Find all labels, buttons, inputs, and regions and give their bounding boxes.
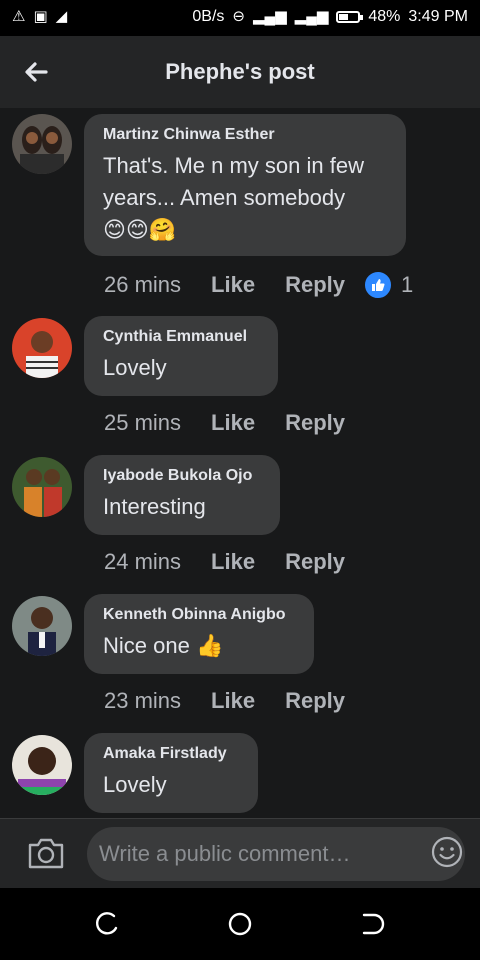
comment-text: Interesting xyxy=(103,494,206,519)
comment-bubble[interactable]: Iyabode Bukola Ojo Interesting xyxy=(84,455,280,535)
comment-time: 23 mins xyxy=(104,688,182,713)
clock: 3:49 PM xyxy=(408,8,468,25)
avatar[interactable] xyxy=(12,735,72,795)
camera-button[interactable] xyxy=(26,835,66,871)
camera-icon xyxy=(28,838,64,869)
like-button[interactable]: Like xyxy=(211,410,255,436)
battery-percent: 48% xyxy=(368,8,401,25)
battery-icon xyxy=(336,11,364,23)
comment-author[interactable]: Amaka Firstlady xyxy=(103,745,238,763)
signal-icon-2: ▂▄▆ xyxy=(294,8,329,25)
page-title: Phephe's post xyxy=(165,59,315,84)
status-bar: ⚠ ▣ ◢ 0B/s ⊖ ▂▄▆ ▂▄▆ 48% 3:49 PM xyxy=(0,0,480,36)
emoji-button[interactable] xyxy=(430,835,464,869)
smiley-icon xyxy=(431,836,463,868)
like-button[interactable]: Like xyxy=(211,549,255,575)
reactions-summary[interactable]: 1 xyxy=(363,270,413,300)
avatar[interactable] xyxy=(12,596,72,656)
comment-author[interactable]: Kenneth Obinna Anigbo xyxy=(103,606,294,624)
reply-button[interactable]: Reply xyxy=(285,410,345,436)
comment-text: Lovely xyxy=(103,772,167,797)
reply-button[interactable]: Reply xyxy=(285,688,345,714)
recent-apps-button[interactable] xyxy=(94,910,122,938)
comment-bubble[interactable]: Martinz Chinwa Esther That's. Me n my so… xyxy=(84,114,406,256)
reaction-count: 1 xyxy=(401,272,414,297)
comment-meta: 26 mins Like Reply 1 xyxy=(104,270,413,300)
thumbs-up-icon xyxy=(363,270,393,300)
comment-time: 24 mins xyxy=(104,549,182,574)
avatar[interactable] xyxy=(12,318,72,378)
alert-triangle-icon: ⚠ xyxy=(12,8,26,25)
home-circle-icon xyxy=(228,912,252,936)
comment-meta: 23 mins Like Reply xyxy=(104,688,345,714)
comment-text: Nice one 👍 xyxy=(103,633,224,658)
comment-time: 25 mins xyxy=(104,410,182,435)
system-nav-bar xyxy=(0,888,480,960)
recent-apps-icon xyxy=(95,912,118,935)
comment-input[interactable]: Write a public comment… xyxy=(87,827,465,881)
comment-author[interactable]: Cynthia Emmanuel xyxy=(103,328,258,346)
comment-bubble[interactable]: Amaka Firstlady Lovely xyxy=(84,733,258,813)
like-button[interactable]: Like xyxy=(211,688,255,714)
comment-meta: 24 mins Like Reply xyxy=(104,549,345,575)
screenshot-icon: ▣ xyxy=(33,8,48,25)
signal-icon: ▂▄▆ xyxy=(252,8,287,25)
comment-emojis: 😊😊🤗 xyxy=(103,217,177,242)
comment-author[interactable]: Martinz Chinwa Esther xyxy=(103,126,386,144)
home-button[interactable] xyxy=(226,910,254,938)
comment-text: Lovely xyxy=(103,355,167,380)
app-header: Phephe's post xyxy=(0,36,480,108)
reply-button[interactable]: Reply xyxy=(285,272,345,298)
comment-author[interactable]: Iyabode Bukola Ojo xyxy=(103,467,260,485)
comment-bubble[interactable]: Cynthia Emmanuel Lovely xyxy=(84,316,278,396)
no-signal-icon: ◢ xyxy=(55,8,68,25)
avatar[interactable] xyxy=(12,457,72,517)
comment-composer: Write a public comment… xyxy=(0,818,480,889)
back-nav-button[interactable] xyxy=(358,910,386,938)
comment-meta: 25 mins Like Reply xyxy=(104,410,345,436)
reply-button[interactable]: Reply xyxy=(285,549,345,575)
comment-text: That's. Me n my son in few years... Amen… xyxy=(103,153,364,210)
back-nav-icon xyxy=(362,913,385,935)
network-speed: 0B/s xyxy=(192,8,225,25)
do-not-disturb-icon: ⊖ xyxy=(232,8,245,25)
comment-time: 26 mins xyxy=(104,272,182,297)
comment-bubble[interactable]: Kenneth Obinna Anigbo Nice one 👍 xyxy=(84,594,314,674)
comments-list: Martinz Chinwa Esther That's. Me n my so… xyxy=(0,108,480,818)
avatar[interactable] xyxy=(12,114,72,174)
like-button[interactable]: Like xyxy=(211,272,255,298)
